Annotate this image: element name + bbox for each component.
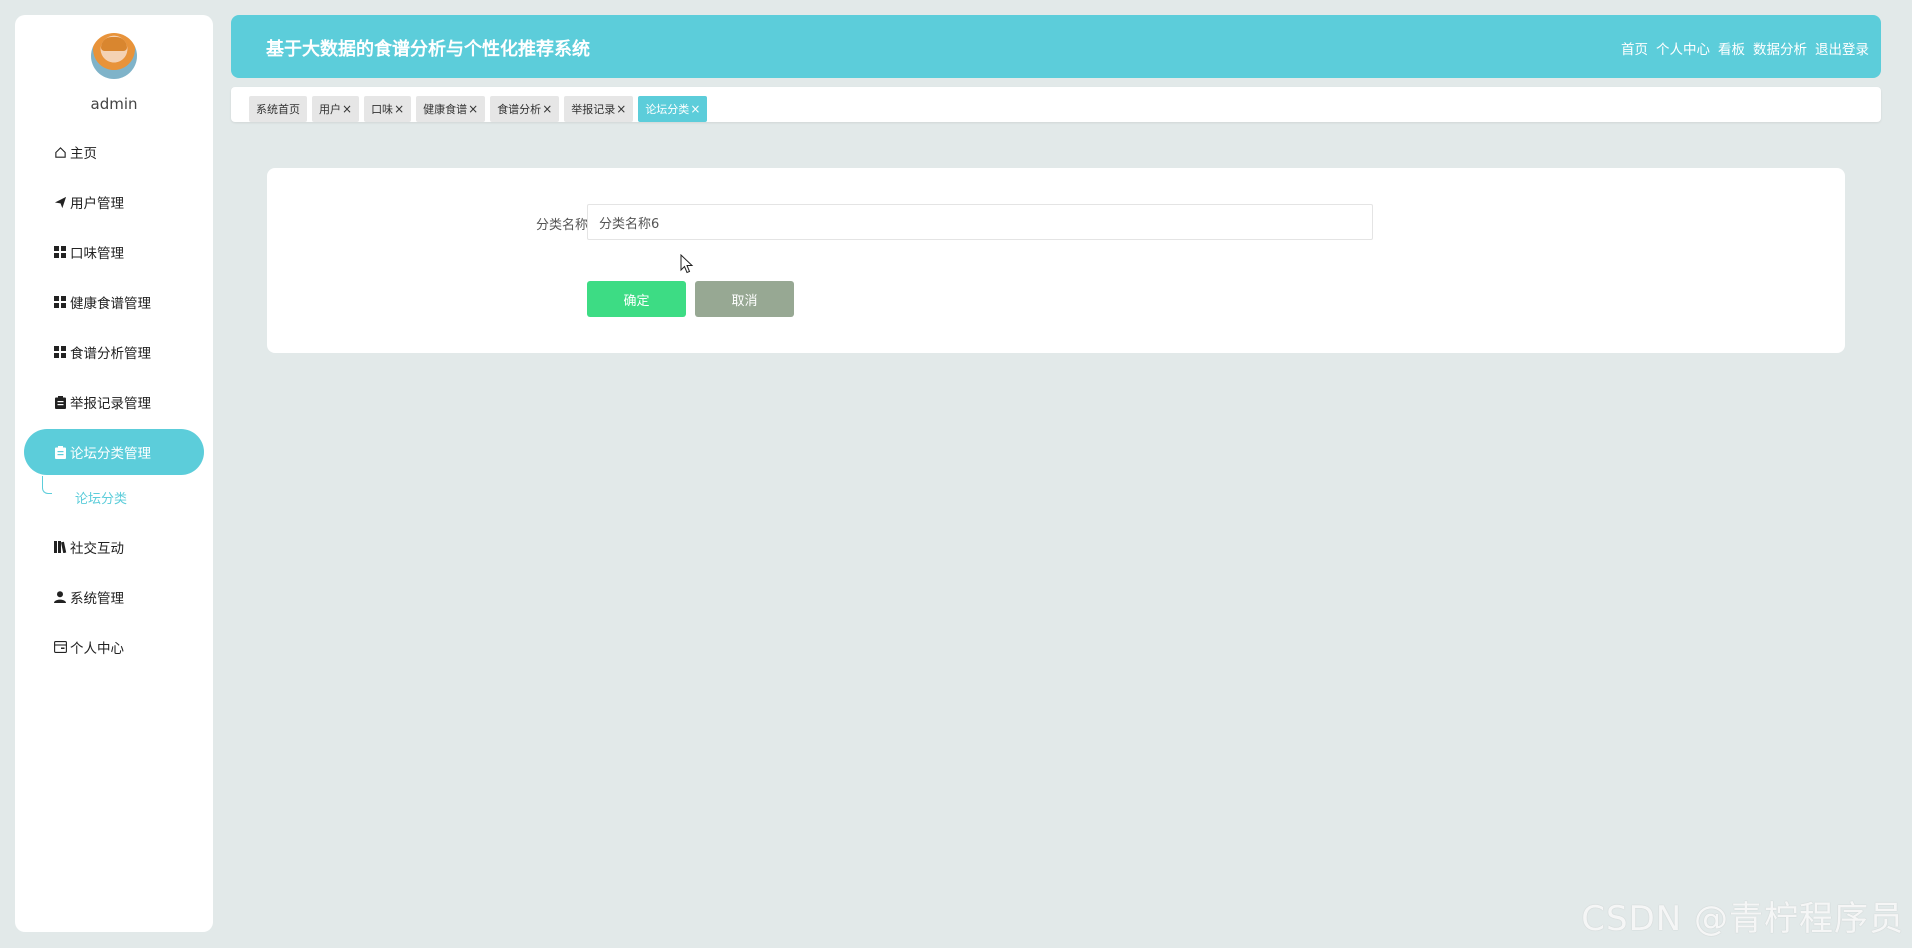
card-icon — [53, 640, 67, 654]
top-header: 基于大数据的食谱分析与个性化推荐系统 首页 个人中心 看板 数据分析 退出登录 — [231, 15, 1881, 78]
tab-taste[interactable]: 口味 × — [364, 96, 412, 122]
grid-icon — [53, 295, 67, 309]
nav-personal-center-link[interactable]: 个人中心 — [1656, 38, 1710, 58]
sidebar-item-label: 食谱分析管理 — [70, 346, 151, 362]
nav-logout-link[interactable]: 退出登录 — [1815, 38, 1869, 58]
clipboard-icon — [53, 395, 67, 409]
home-icon — [53, 145, 67, 159]
sidebar-subitem-forum-category[interactable]: 论坛分类 — [15, 476, 213, 512]
close-icon[interactable]: × — [690, 102, 700, 116]
sidebar-item-social-interaction[interactable]: 社交互动 — [24, 524, 204, 570]
tab-label: 健康食谱 — [423, 103, 468, 116]
sidebar-subitem-label: 论坛分类 — [75, 492, 128, 507]
sidebar-item-label: 个人中心 — [70, 641, 124, 657]
nav-home-link[interactable]: 首页 — [1621, 38, 1648, 58]
sidebar-item-label: 健康食谱管理 — [70, 296, 151, 312]
sidebar-item-label: 社交互动 — [70, 541, 124, 557]
close-icon[interactable]: × — [468, 102, 478, 116]
sidebar-item-report-records-management[interactable]: 举报记录管理 — [24, 379, 204, 425]
send-icon — [53, 195, 67, 209]
sidebar-item-label: 用户管理 — [70, 196, 124, 212]
sidebar-item-user-management[interactable]: 用户管理 — [24, 179, 204, 225]
close-icon[interactable]: × — [342, 102, 352, 116]
clipboard-icon — [53, 445, 67, 459]
sidebar-item-taste-management[interactable]: 口味管理 — [24, 229, 204, 275]
grid-icon — [53, 345, 67, 359]
mouse-cursor-icon — [680, 254, 694, 274]
books-icon — [53, 540, 67, 554]
sidebar-item-system-management[interactable]: 系统管理 — [24, 574, 204, 620]
tab-report-records[interactable]: 举报记录 × — [564, 96, 634, 122]
close-icon[interactable]: × — [394, 102, 404, 116]
tab-label: 举报记录 — [571, 103, 616, 116]
nav-data-analysis-link[interactable]: 数据分析 — [1753, 38, 1807, 58]
sidebar-item-label: 论坛分类管理 — [70, 446, 151, 462]
user-icon — [53, 590, 67, 604]
sidebar-item-label: 口味管理 — [70, 246, 124, 262]
nav-dashboard-link[interactable]: 看板 — [1718, 38, 1745, 58]
submenu-connector — [42, 476, 52, 494]
tab-label: 论坛分类 — [645, 103, 690, 116]
sidebar-item-label: 主页 — [70, 146, 97, 162]
sidebar-item-label: 举报记录管理 — [70, 396, 151, 412]
tabs: 系统首页 用户 × 口味 × 健康食谱 × 食谱分析 × 举报记录 × 论坛分类 × — [249, 96, 708, 122]
close-icon[interactable]: × — [616, 102, 626, 116]
tab-forum-category[interactable]: 论坛分类 × — [638, 96, 708, 122]
sidebar: admin 主页 用户管理 口味管理 健康食谱管理 食谱分析管理 举报记录管理 … — [15, 15, 213, 932]
category-name-input[interactable] — [587, 204, 1373, 240]
grid-icon — [53, 245, 67, 259]
sidebar-item-healthy-recipe-management[interactable]: 健康食谱管理 — [24, 279, 204, 325]
tab-label: 系统首页 — [256, 103, 300, 116]
avatar[interactable] — [91, 33, 137, 79]
form-card: 分类名称 确定 取消 — [267, 168, 1845, 353]
tab-user[interactable]: 用户 × — [312, 96, 360, 122]
sidebar-item-label: 系统管理 — [70, 591, 124, 607]
confirm-button[interactable]: 确定 — [587, 281, 686, 317]
tab-healthy-recipe[interactable]: 健康食谱 × — [416, 96, 486, 122]
sidebar-item-personal-center[interactable]: 个人中心 — [24, 624, 204, 670]
tab-label: 口味 — [371, 103, 394, 116]
sidebar-item-forum-category-management[interactable]: 论坛分类管理 — [24, 429, 204, 475]
category-name-label: 分类名称 — [535, 218, 588, 233]
header-nav: 首页 个人中心 看板 数据分析 退出登录 — [1621, 38, 1869, 58]
tab-system-home[interactable]: 系统首页 — [249, 96, 307, 122]
tab-label: 食谱分析 — [497, 103, 542, 116]
sidebar-item-recipe-analysis-management[interactable]: 食谱分析管理 — [24, 329, 204, 375]
page-title: 基于大数据的食谱分析与个性化推荐系统 — [266, 39, 590, 60]
tab-recipe-analysis[interactable]: 食谱分析 × — [490, 96, 560, 122]
sidebar-item-home[interactable]: 主页 — [24, 129, 204, 175]
close-icon[interactable]: × — [542, 102, 552, 116]
cancel-button[interactable]: 取消 — [695, 281, 794, 317]
tab-label: 用户 — [319, 103, 341, 116]
username: admin — [90, 95, 138, 113]
watermark: CSDN @青柠程序员 — [1581, 899, 1904, 939]
tabs-bar: 系统首页 用户 × 口味 × 健康食谱 × 食谱分析 × 举报记录 × 论坛分类 × — [231, 87, 1881, 122]
